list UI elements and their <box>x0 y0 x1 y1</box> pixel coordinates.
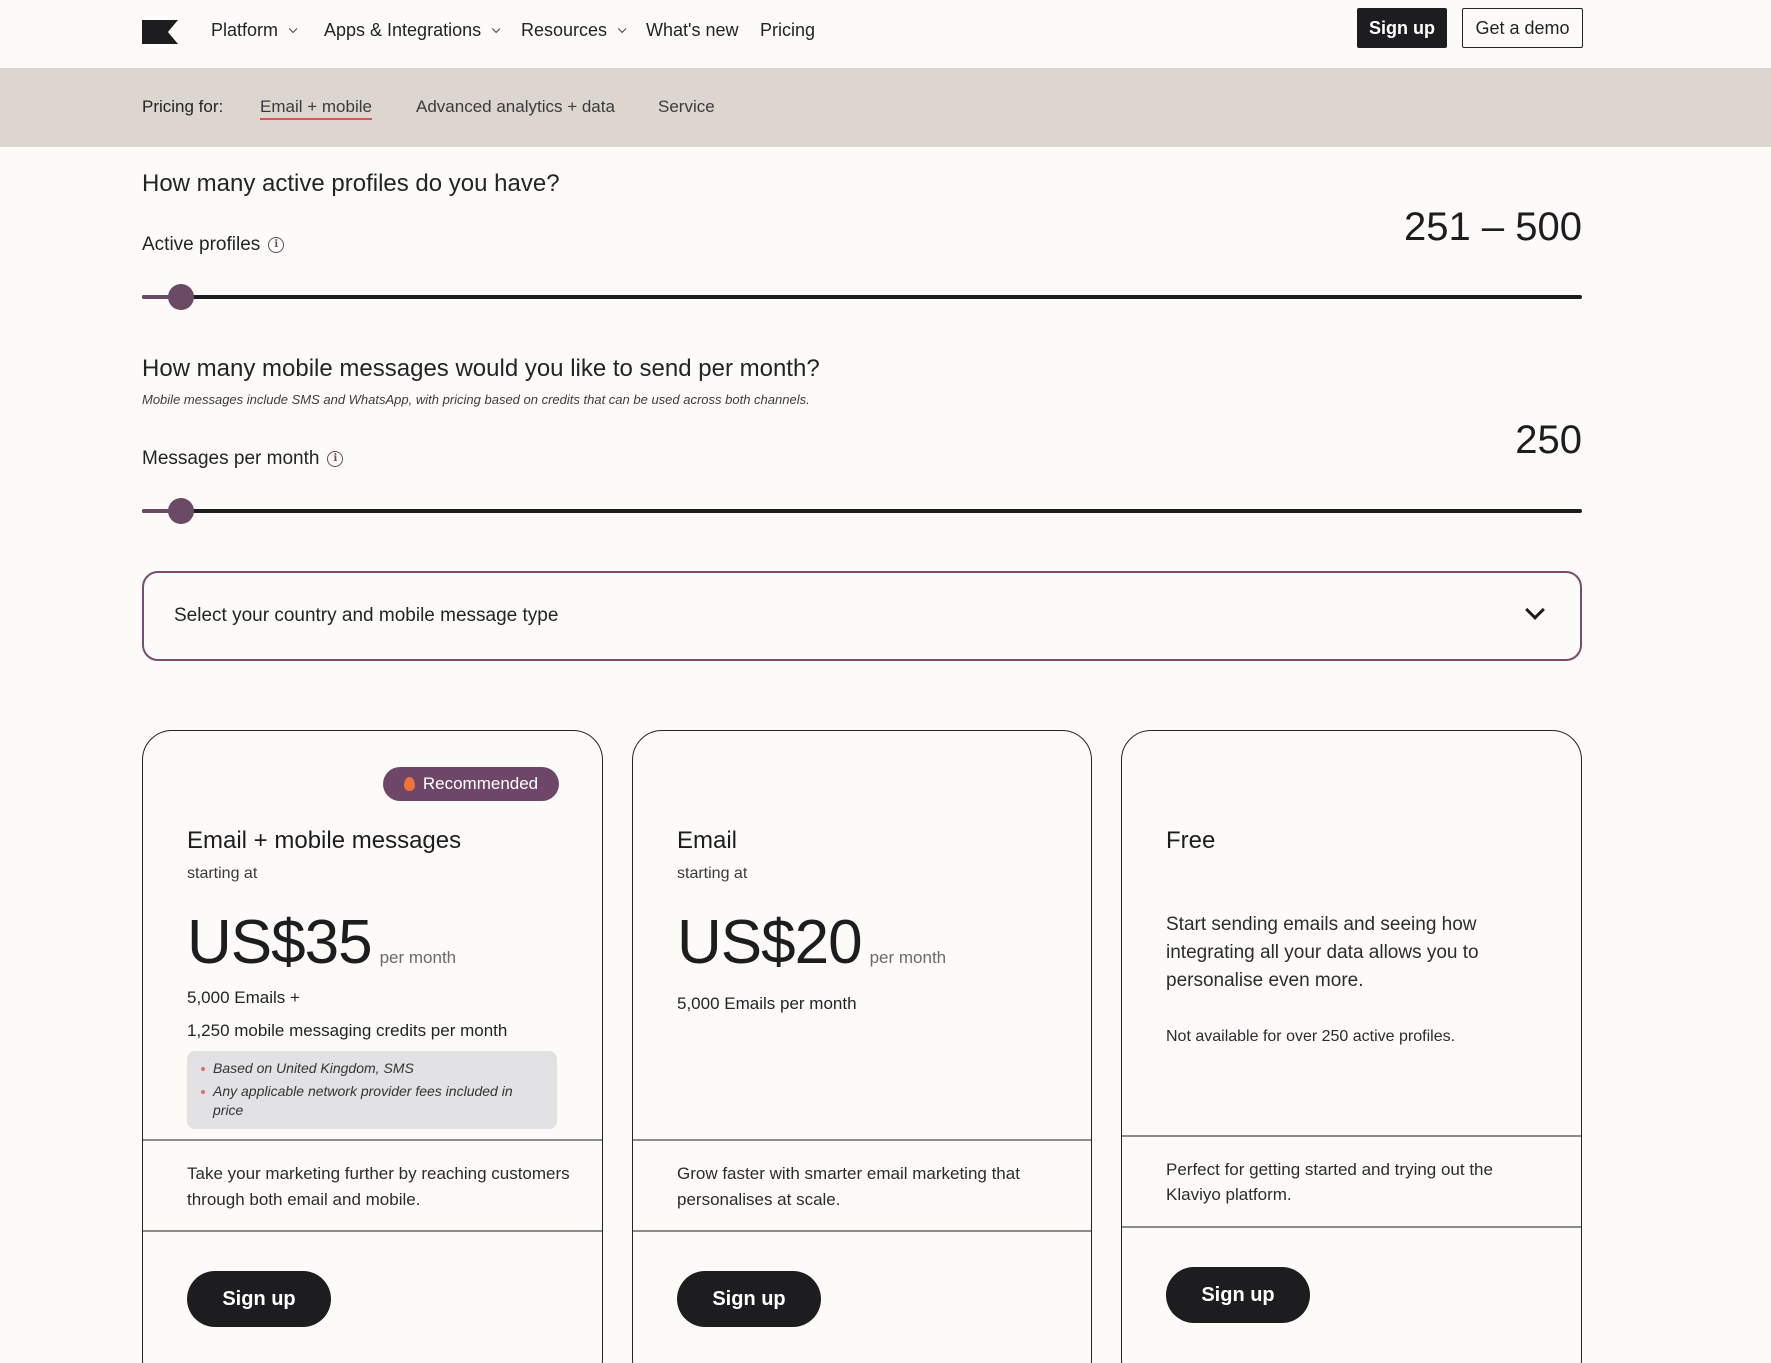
messages-question: How many mobile messages would you like … <box>142 355 820 382</box>
active-profiles-slider[interactable] <box>142 284 1582 310</box>
nav-whats-new-label: What's new <box>646 20 739 40</box>
plan-price: US$35 per month <box>187 907 456 978</box>
feature-credits: 1,250 mobile messaging credits per month <box>187 1021 508 1040</box>
plan-price: US$20 per month <box>677 907 946 978</box>
card-divider <box>143 1139 602 1141</box>
info-icon[interactable]: i <box>268 237 285 253</box>
nav-pricing-label: Pricing <box>760 20 816 40</box>
card-divider <box>633 1139 1091 1141</box>
plan-name: Email <box>677 827 738 854</box>
nav-platform-label: Platform <box>211 20 279 40</box>
pricing-for-label: Pricing for: <box>142 97 224 116</box>
card-divider <box>1122 1135 1581 1137</box>
chevron-down-icon <box>288 24 298 33</box>
tab-service[interactable]: Service <box>658 97 715 117</box>
plan-card-email-mobile: Recommended Email + mobile messages star… <box>142 730 603 1363</box>
nav-resources[interactable]: Resources <box>521 20 627 41</box>
slider-thumb[interactable] <box>168 284 194 310</box>
free-plan-note: Not available for over 250 active profil… <box>1166 1028 1456 1045</box>
messages-per-month-label: Messages per month i <box>142 448 344 470</box>
pricing-for-bar: Pricing for: Email + mobile Advanced ana… <box>0 68 1771 147</box>
plan-card-email: Email starting at US$20 per month 5,000 … <box>632 730 1092 1363</box>
card-divider <box>1122 1226 1581 1228</box>
flame-icon <box>403 777 415 791</box>
price-period: per month <box>869 948 947 967</box>
country-message-type-select[interactable]: Select your country and mobile message t… <box>142 571 1582 661</box>
slider-thumb[interactable] <box>168 498 194 524</box>
plan-description: Grow faster with smarter email marketing… <box>677 1164 1020 1209</box>
note-item: Any applicable network provider fees inc… <box>201 1082 541 1120</box>
card-divider <box>143 1230 602 1232</box>
messages-slider[interactable] <box>142 498 1582 524</box>
signup-button-email-mobile[interactable]: Sign up <box>187 1271 331 1327</box>
nav-apps-label: Apps & Integrations <box>324 20 482 40</box>
feature-emails: 5,000 Emails per month <box>677 994 857 1013</box>
nav-pricing[interactable]: Pricing <box>760 20 815 41</box>
messages-subtext: Mobile messages include SMS and WhatsApp… <box>142 392 810 407</box>
nav-resources-label: Resources <box>521 20 608 40</box>
signup-button-free[interactable]: Sign up <box>1166 1267 1310 1323</box>
feature-emails: 5,000 Emails + <box>187 988 300 1007</box>
signup-button-email[interactable]: Sign up <box>677 1271 821 1327</box>
plan-name: Free <box>1166 827 1216 854</box>
profiles-question: How many active profiles do you have? <box>142 170 560 197</box>
nav-apps-integrations[interactable]: Apps & Integrations <box>324 20 501 41</box>
starting-at: starting at <box>677 865 748 882</box>
plan-description: Take your marketing further by reaching … <box>187 1164 570 1209</box>
nav-whats-new[interactable]: What's new <box>646 20 738 41</box>
price-amount: US$35 <box>187 908 373 977</box>
recommended-badge: Recommended <box>383 767 559 801</box>
chevron-down-icon <box>617 24 627 33</box>
messages-per-month-text: Messages per month <box>142 448 320 469</box>
price-amount: US$20 <box>677 908 863 977</box>
plan-name: Email + mobile messages <box>187 827 462 854</box>
top-navigation: Platform Apps & Integrations Resources W… <box>0 0 1771 68</box>
free-plan-body: Start sending emails and seeing how inte… <box>1166 914 1479 991</box>
note-item: Based on United Kingdom, SMS <box>201 1059 541 1078</box>
plan-description: Perfect for getting started and trying o… <box>1166 1160 1493 1204</box>
klaviyo-logo-icon[interactable] <box>142 20 178 44</box>
active-profiles-value: 251 – 500 <box>1404 205 1582 249</box>
nav-platform[interactable]: Platform <box>211 20 298 41</box>
card-divider <box>633 1230 1091 1232</box>
chevron-down-icon <box>491 24 501 33</box>
messages-value: 250 <box>1515 418 1582 462</box>
country-select-placeholder: Select your country and mobile message t… <box>174 605 559 626</box>
tab-email-mobile[interactable]: Email + mobile <box>260 97 372 120</box>
active-profiles-label: Active profiles i <box>142 234 285 256</box>
price-period: per month <box>379 948 457 967</box>
active-profiles-text: Active profiles <box>142 234 261 255</box>
plan-card-free: Free Start sending emails and seeing how… <box>1121 730 1582 1363</box>
signup-button-top[interactable]: Sign up <box>1357 8 1447 48</box>
plan-notes: Based on United Kingdom, SMS Any applica… <box>187 1051 557 1129</box>
starting-at: starting at <box>187 865 258 882</box>
badge-label: Recommended <box>422 774 539 793</box>
tab-advanced-analytics[interactable]: Advanced analytics + data <box>416 97 615 117</box>
info-icon[interactable]: i <box>327 451 344 467</box>
get-demo-button[interactable]: Get a demo <box>1462 8 1583 48</box>
chevron-down-icon <box>1525 600 1545 620</box>
